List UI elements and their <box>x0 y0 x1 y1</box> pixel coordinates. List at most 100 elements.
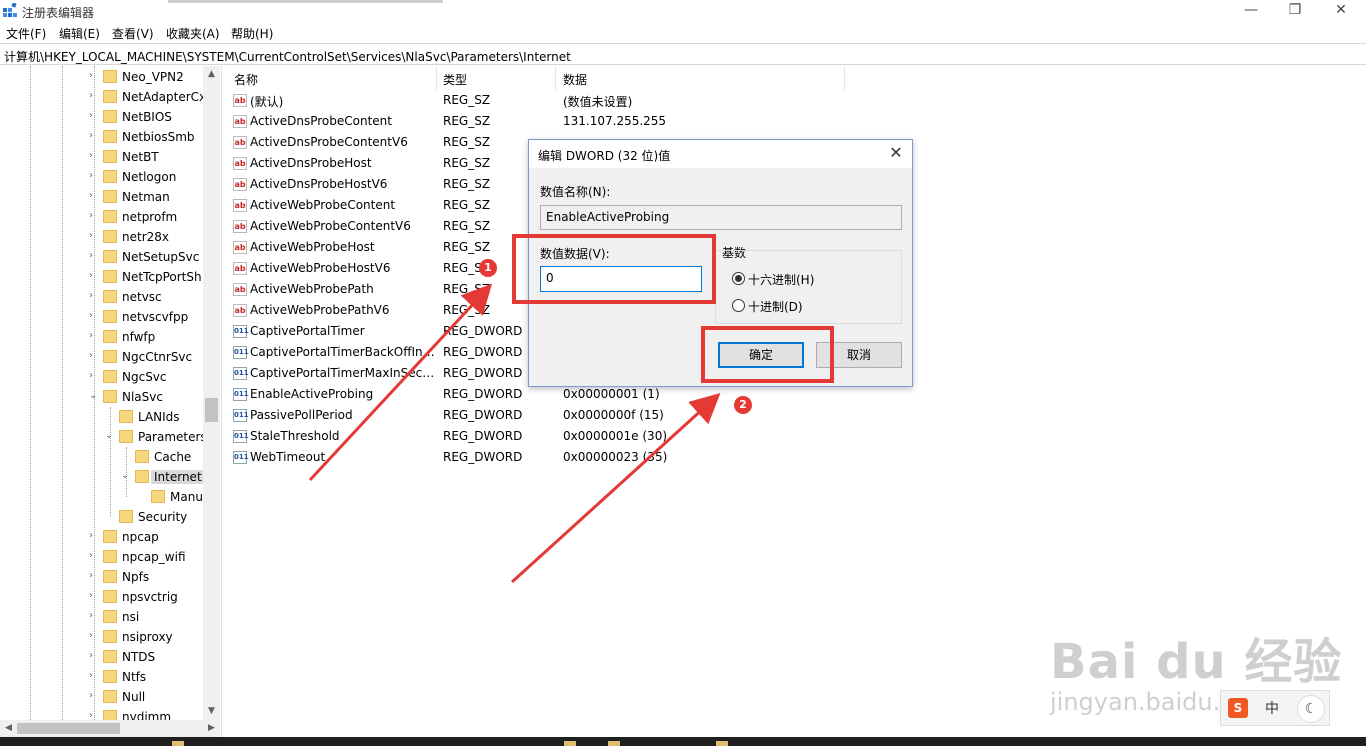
address-bar[interactable]: 计算机\HKEY_LOCAL_MACHINE\SYSTEM\CurrentCon… <box>0 43 1366 65</box>
menu-view[interactable]: 查看(V) <box>112 25 154 42</box>
tree-item-ngcctnrsvc[interactable]: › NgcCtnrSvc <box>0 347 205 367</box>
tree-item-netbiossmb[interactable]: › NetbiosSmb <box>0 127 205 147</box>
tree-item-cache[interactable]: Cache <box>0 447 205 467</box>
tree-item-netbios[interactable]: › NetBIOS <box>0 107 205 127</box>
sogou-logo-icon[interactable]: S <box>1228 698 1248 718</box>
restore-button[interactable]: ❐ <box>1272 0 1318 22</box>
tree-item-npcap-wifi[interactable]: › npcap_wifi <box>0 547 205 567</box>
string-value-icon: ab <box>233 199 247 212</box>
tree-item-security[interactable]: Security <box>0 507 205 527</box>
tree-item-parameters[interactable]: ⌄ Parameters <box>0 427 207 447</box>
registry-editor-icon <box>3 3 17 17</box>
list-row[interactable]: ab (默认) REG_SZ (数值未设置) <box>228 90 1128 111</box>
tree-item-neo-vpn2[interactable]: › Neo_VPN2 <box>0 67 205 87</box>
list-row[interactable]: 011 StaleThreshold REG_DWORD 0x0000001e (30… <box>228 426 1128 447</box>
tree-item-ntds[interactable]: › NTDS <box>0 647 205 667</box>
address-path[interactable]: 计算机\HKEY_LOCAL_MACHINE\SYSTEM\CurrentCon… <box>4 48 571 65</box>
dialog-close-icon[interactable]: ✕ <box>884 143 908 165</box>
tree-item-nsiproxy[interactable]: › nsiproxy <box>0 627 205 647</box>
tree-item-netvsc[interactable]: › netvsc <box>0 287 205 307</box>
highlight-value-data <box>512 234 716 304</box>
value-name: ActiveWebProbeContent <box>250 198 396 212</box>
column-type[interactable]: 类型 <box>443 71 467 88</box>
value-name: EnableActiveProbing <box>250 387 374 401</box>
scroll-thumb-horizontal[interactable] <box>17 723 120 734</box>
binary-value-icon: 011 <box>233 346 249 359</box>
tree-item-nsi[interactable]: › nsi <box>0 607 205 627</box>
value-name: ActiveDnsProbeHostV6 <box>250 177 388 191</box>
list-row[interactable]: 011 WebTimeout REG_DWORD 0x00000023 (35) <box>228 447 1128 468</box>
tree-item-npfs[interactable]: › Npfs <box>0 567 205 587</box>
tree-item-ngcsvc[interactable]: › NgcSvc <box>0 367 205 387</box>
tree-item-npsvctrig[interactable]: › npsvctrig <box>0 587 205 607</box>
list-row[interactable]: 011 PassivePollPeriod REG_DWORD 0x0000000f … <box>228 405 1128 426</box>
ime-language[interactable]: 中 <box>1265 698 1279 718</box>
window-title: 注册表编辑器 <box>22 6 95 20</box>
menu-file[interactable]: 文件(F) <box>6 25 46 42</box>
tree-item-netprofm[interactable]: › netprofm <box>0 207 205 227</box>
tree-vertical-scrollbar[interactable]: ▲ ▼ <box>203 66 220 720</box>
tree-item-lanids[interactable]: LANIds <box>0 407 205 427</box>
radio-dec-label[interactable]: 十进制(D) <box>748 298 803 315</box>
string-value-icon: ab <box>233 115 247 128</box>
value-name: ActiveWebProbeHostV6 <box>250 261 391 275</box>
value-type: REG_SZ <box>443 135 491 149</box>
moon-icon[interactable]: ☾ <box>1297 695 1325 723</box>
scroll-thumb[interactable] <box>205 398 218 422</box>
baidu-watermark: Bai du 经验 <box>1050 634 1343 690</box>
tree-item-netr28x[interactable]: › netr28x <box>0 227 205 247</box>
tree-item-ntfs[interactable]: › Ntfs <box>0 667 205 687</box>
value-type: REG_SZ <box>443 93 491 107</box>
minimize-button[interactable]: — <box>1228 0 1274 22</box>
binary-value-icon: 011 <box>233 367 249 380</box>
taskbar <box>0 737 1366 746</box>
scroll-left-icon[interactable]: ◀ <box>0 720 17 737</box>
value-name: CaptivePortalTimerBackOffInc... <box>250 345 436 359</box>
binary-value-icon: 011 <box>233 409 249 422</box>
tree-horizontal-scrollbar[interactable]: ◀ ▶ <box>0 720 220 737</box>
radio-dec[interactable] <box>732 299 745 312</box>
scroll-down-icon[interactable]: ▼ <box>203 703 220 720</box>
value-name: ActiveWebProbePathV6 <box>250 303 390 317</box>
base-group: 十六进制(H) 十进制(D) <box>715 250 902 324</box>
tree-item-internet[interactable]: ⌄ Internet <box>0 467 205 487</box>
column-name[interactable]: 名称 <box>234 71 258 88</box>
highlight-ok-button <box>701 326 834 383</box>
value-type: REG_DWORD <box>443 345 523 359</box>
tree-item-netsetupsvc[interactable]: › NetSetupSvc <box>0 247 205 267</box>
string-value-icon: ab <box>233 136 247 149</box>
list-row[interactable]: ab ActiveDnsProbeContent REG_SZ 131.107.255… <box>228 111 1128 132</box>
tree-item-manu[interactable]: Manu <box>0 487 205 507</box>
tree-item-netvscvfpp[interactable]: › netvscvfpp <box>0 307 205 327</box>
tree-item-netman[interactable]: › Netman <box>0 187 205 207</box>
tree-item-nlasvc[interactable]: ⌄ NlaSvc <box>0 387 205 407</box>
scroll-right-icon[interactable]: ▶ <box>203 720 220 737</box>
value-name: ActiveDnsProbeHost <box>250 156 372 170</box>
tree-item-null[interactable]: › Null <box>0 687 205 707</box>
menu-edit[interactable]: 编辑(E) <box>59 25 100 42</box>
radio-hex[interactable] <box>732 272 745 285</box>
tree-item-netbt[interactable]: › NetBT <box>0 147 205 167</box>
list-row[interactable]: 011 EnableActiveProbing REG_DWORD 0x0000000… <box>228 384 1128 405</box>
tree-item-npcap[interactable]: › npcap <box>0 527 205 547</box>
string-value-icon: ab <box>233 94 247 107</box>
menu-favorites[interactable]: 收藏夹(A) <box>166 25 220 42</box>
tree-item-netadaptercx[interactable]: › NetAdapterCx <box>0 87 206 107</box>
column-data[interactable]: 数据 <box>563 71 587 88</box>
radio-hex-label[interactable]: 十六进制(H) <box>748 271 814 288</box>
value-type: REG_DWORD <box>443 387 523 401</box>
scroll-up-icon[interactable]: ▲ <box>203 66 220 83</box>
close-window-button[interactable]: ✕ <box>1318 0 1364 22</box>
step-badge-2: 2 <box>734 396 752 414</box>
menu-help[interactable]: 帮助(H) <box>231 25 273 42</box>
value-type: REG_SZ <box>443 198 491 212</box>
ime-toolbar[interactable]: S 中 ☾ <box>1220 690 1330 726</box>
string-value-icon: ab <box>233 220 247 233</box>
value-data: 0x00000023 (35) <box>563 450 668 464</box>
tree-item-nfwfp[interactable]: › nfwfp <box>0 327 205 347</box>
value-data: (数值未设置) <box>563 95 633 109</box>
tree-item-netlogon[interactable]: › Netlogon <box>0 167 205 187</box>
tree-item-nettcpportsh[interactable]: › NetTcpPortSh <box>0 267 205 287</box>
binary-value-icon: 011 <box>233 430 249 443</box>
value-name: StaleThreshold <box>250 429 340 443</box>
